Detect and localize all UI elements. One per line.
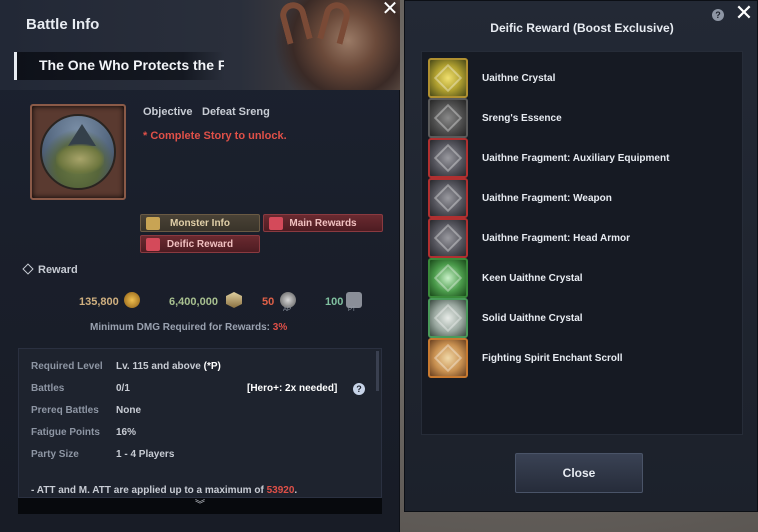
list-item[interactable]: Uaithne Fragment: Head Armor — [428, 218, 728, 258]
att-cap-end: . — [294, 485, 298, 496]
min-dmg-note: Minimum DMG Required for Rewards: 3% — [90, 322, 287, 333]
item-name: Uaithne Crystal — [482, 72, 556, 84]
list-item[interactable]: Solid Uaithne Crystal — [428, 298, 728, 338]
required-level-label: Required Level — [31, 361, 103, 372]
reward-list: Uaithne Crystal Sreng's Essence Uaithne … — [421, 51, 743, 435]
item-name: Sreng's Essence — [482, 112, 562, 124]
battle-info-panel: Battle Info The One Who Protects the F ✕… — [0, 0, 400, 532]
reward-silver-value: 6,400,000 — [169, 296, 218, 308]
prereq-row: Prereq Battles None — [31, 405, 141, 416]
att-cap-value: 53920 — [266, 485, 295, 496]
prereq-label: Prereq Battles — [31, 405, 99, 416]
item-name: Fighting Spirit Enchant Scroll — [482, 352, 623, 364]
objective-label: Objective — [143, 106, 193, 118]
party-row: Party Size 1 - 4 Players — [31, 449, 174, 460]
att-cap-text: - ATT and M. ATT are applied up to a max… — [31, 485, 264, 496]
min-dmg-label: Minimum DMG Required for Rewards: — [90, 322, 271, 333]
pt-icon — [346, 292, 362, 308]
battle-name-bar: The One Who Protects the F — [14, 52, 224, 80]
reward-pt-value: 100 — [325, 296, 344, 308]
list-item[interactable]: Fighting Spirit Enchant Scroll — [428, 338, 728, 378]
deific-reward-panel: Deific Reward (Boost Exclusive) ? ✕ Uait… — [404, 0, 758, 512]
battles-label: Battles — [31, 383, 65, 394]
party-label: Party Size — [31, 449, 79, 460]
panel-header: Battle Info The One Who Protects the F — [0, 0, 400, 90]
yellow-crystal-icon — [428, 58, 468, 98]
reward-gold-value: 135,800 — [79, 296, 119, 308]
list-item[interactable]: Uaithne Fragment: Weapon — [428, 178, 728, 218]
item-name: Keen Uaithne Crystal — [482, 272, 583, 284]
unlock-note: * Complete Story to unlock. — [143, 130, 287, 142]
tab-main-rewards[interactable]: Main Rewards — [263, 214, 383, 232]
boss-horn-left — [277, 0, 313, 45]
white-crystal-icon — [428, 298, 468, 338]
item-name: Uaithne Fragment: Weapon — [482, 192, 612, 204]
close-icon[interactable]: ✕ — [733, 2, 755, 25]
tab-main-rewards-label: Main Rewards — [289, 217, 357, 229]
battle-thumbnail — [30, 104, 126, 200]
fragment-icon — [428, 138, 468, 178]
diamond-icon — [22, 263, 34, 275]
reward-ap-value: 50 — [262, 296, 275, 308]
help-icon[interactable]: ? — [353, 383, 365, 395]
battles-value: 0/1 — [116, 383, 130, 394]
tab-monster-info[interactable]: Monster Info — [140, 214, 260, 232]
fatigue-value: 16% — [116, 427, 137, 438]
scroll-icon — [428, 338, 468, 378]
objective-value: Defeat Sreng — [202, 106, 270, 118]
mountain-icon — [68, 124, 96, 146]
reward-header: Reward — [22, 263, 78, 276]
chest-icon — [269, 217, 283, 230]
gold-bag-icon — [124, 292, 140, 308]
ap-icon — [280, 292, 296, 308]
fragment-icon — [428, 218, 468, 258]
fatigue-row: Fatigue Points 16% — [31, 427, 136, 438]
tab-monster-info-label: Monster Info — [170, 217, 230, 229]
list-item[interactable]: Uaithne Crystal — [428, 58, 728, 98]
hero-note: [Hero+: 2x needed] — [247, 383, 338, 394]
boss-horn-right — [317, 0, 353, 45]
battle-thumbnail-image — [40, 114, 116, 190]
panel-title: Battle Info — [26, 16, 100, 33]
close-button[interactable]: Close — [515, 453, 643, 493]
required-level-row: Required Level Lv. 115 and above (*P) — [31, 361, 221, 372]
item-name: Uaithne Fragment: Auxiliary Equipment — [482, 152, 670, 164]
battles-row: Battles 0/1 — [31, 383, 130, 394]
scrollbar[interactable] — [376, 351, 379, 391]
list-item[interactable]: Keen Uaithne Crystal — [428, 258, 728, 298]
monster-icon — [146, 217, 160, 230]
prereq-value: None — [116, 405, 141, 416]
tab-deific-reward[interactable]: Deific Reward — [140, 235, 260, 253]
close-icon[interactable]: ✕ — [380, 0, 400, 20]
expand-chevron-icon[interactable]: ︾ — [18, 498, 382, 514]
tab-deific-reward-label: Deific Reward — [166, 238, 234, 250]
fragment-icon — [428, 178, 468, 218]
green-crystal-icon — [428, 258, 468, 298]
required-level-value: Lv. 115 and above (*P) — [116, 361, 221, 372]
list-item[interactable]: Uaithne Fragment: Auxiliary Equipment — [428, 138, 728, 178]
pt-label: PT — [348, 307, 356, 313]
silver-icon — [226, 292, 242, 308]
tree-icon — [56, 144, 104, 174]
list-item[interactable]: Sreng's Essence — [428, 98, 728, 138]
deific-reward-title: Deific Reward (Boost Exclusive) — [490, 21, 674, 35]
help-icon[interactable]: ? — [712, 9, 724, 21]
fatigue-label: Fatigue Points — [31, 427, 100, 438]
reward-header-label: Reward — [38, 264, 78, 276]
ap-label: AP — [283, 307, 292, 313]
battle-details-box[interactable]: Required Level Lv. 115 and above (*P) Bat… — [18, 348, 382, 498]
party-value: 1 - 4 Players — [116, 449, 175, 460]
chest-icon — [146, 238, 160, 251]
att-cap-note: - ATT and M. ATT are applied up to a max… — [31, 485, 297, 496]
battle-name: The One Who Protects the F — [39, 57, 224, 73]
essence-icon — [428, 98, 468, 138]
min-dmg-value: 3% — [272, 322, 288, 333]
item-name: Solid Uaithne Crystal — [482, 312, 583, 324]
item-name: Uaithne Fragment: Head Armor — [482, 232, 630, 244]
